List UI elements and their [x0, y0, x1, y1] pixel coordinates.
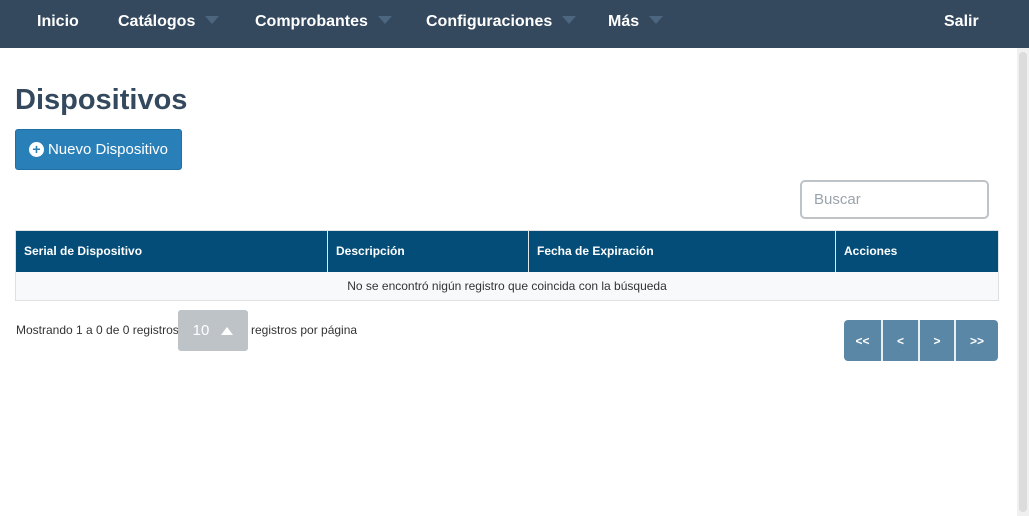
- nav-mas-label: Más: [608, 13, 640, 30]
- nav-inicio[interactable]: Inicio: [37, 0, 79, 44]
- nav-comprobantes-label: Comprobantes: [255, 13, 368, 30]
- first-page-button[interactable]: <<: [844, 320, 883, 361]
- search-input[interactable]: [800, 180, 989, 219]
- top-navbar: Inicio Catálogos Comprobantes Configurac…: [0, 0, 1029, 48]
- nav-configuraciones[interactable]: Configuraciones: [426, 0, 577, 44]
- nav-inicio-label: Inicio: [37, 13, 79, 30]
- column-header-descripcion[interactable]: Descripción: [328, 231, 529, 272]
- new-device-button-label: Nuevo Dispositivo: [47, 141, 169, 158]
- page-title: Dispositivos: [15, 84, 188, 116]
- column-header-serial[interactable]: Serial de Dispositivo: [16, 231, 328, 272]
- plus-circle-icon: +: [28, 142, 44, 157]
- pagination-info: Mostrando 1 a 0 de 0 registros: [16, 323, 179, 337]
- caret-down-icon: [205, 16, 220, 25]
- nav-catalogos-label: Catálogos: [118, 13, 196, 30]
- nav-catalogos[interactable]: Catálogos: [118, 0, 220, 44]
- prev-page-button[interactable]: <: [883, 320, 920, 361]
- nav-salir-label: Salir: [944, 13, 979, 30]
- new-device-button[interactable]: + Nuevo Dispositivo: [15, 129, 182, 170]
- caret-down-icon: [649, 16, 664, 25]
- per-page-label: registros por página: [251, 323, 358, 337]
- nav-configuraciones-label: Configuraciones: [426, 13, 553, 30]
- scrollbar-thumb[interactable]: [1019, 52, 1027, 512]
- page-size-value: 10: [192, 322, 210, 339]
- column-header-acciones[interactable]: Acciones: [836, 231, 998, 272]
- page-size-select[interactable]: 10: [178, 310, 248, 351]
- table-header: Serial de Dispositivo Descripción Fecha …: [16, 231, 998, 272]
- nav-salir[interactable]: Salir: [944, 0, 979, 44]
- empty-table-message: No se encontró nigún registro que coinci…: [16, 272, 998, 300]
- column-header-fecha-expiracion[interactable]: Fecha de Expiración: [529, 231, 836, 272]
- last-page-button[interactable]: >>: [956, 320, 998, 361]
- pagination-controls: << < > >>: [844, 320, 998, 361]
- nav-mas[interactable]: Más: [608, 0, 664, 44]
- caret-down-icon: [562, 16, 577, 25]
- vertical-scrollbar[interactable]: [1017, 48, 1029, 516]
- next-page-button[interactable]: >: [920, 320, 956, 361]
- devices-table: Serial de Dispositivo Descripción Fecha …: [15, 230, 999, 301]
- caret-down-icon: [377, 16, 392, 25]
- caret-up-icon: [221, 326, 234, 335]
- nav-comprobantes[interactable]: Comprobantes: [255, 0, 392, 44]
